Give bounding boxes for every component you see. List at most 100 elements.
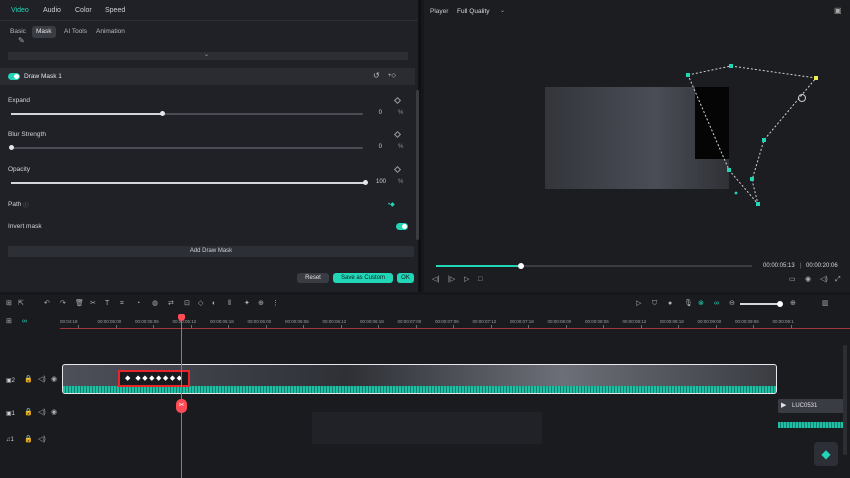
- step-back-icon[interactable]: |▷: [448, 276, 455, 284]
- info-icon[interactable]: ⓘ: [23, 201, 29, 209]
- prev-frame-icon[interactable]: ◁|: [432, 276, 439, 284]
- tab-speed[interactable]: Speed: [105, 7, 125, 14]
- opacity-slider-fill: [11, 182, 365, 184]
- split-scissors-icon[interactable]: ✂: [176, 399, 187, 413]
- expand-label: Expand: [8, 97, 31, 104]
- ruler-tick-label: 00:00:09:06: [735, 319, 759, 324]
- fullscreen-icon[interactable]: ⤢: [835, 276, 841, 284]
- lock-icon[interactable]: 🔒: [24, 436, 33, 444]
- property-panel: Video Audio Color Speed Basic Mask AI To…: [0, 0, 421, 292]
- split-icon[interactable]: ✂: [90, 300, 96, 308]
- clip-luc0531[interactable]: ▶ LUC0531: [778, 399, 844, 413]
- stop-icon[interactable]: □: [478, 276, 482, 284]
- mask-enable-toggle[interactable]: [8, 73, 20, 80]
- playhead-line[interactable]: [181, 315, 182, 478]
- volume-icon[interactable]: ◁): [38, 436, 46, 444]
- blur-keyframe-icon[interactable]: [393, 130, 402, 139]
- mask-shapes-collapse[interactable]: ⌄: [8, 52, 408, 60]
- save-as-custom-button[interactable]: Save as Custom: [333, 273, 393, 283]
- select-tool-icon[interactable]: ⇱: [18, 300, 24, 308]
- audio-icon[interactable]: ⫴: [228, 300, 231, 308]
- ruler-tick-label: 00:00:08:12: [622, 319, 647, 324]
- app-logo-icon: ◆: [814, 442, 838, 466]
- color-icon[interactable]: ◍: [152, 300, 158, 308]
- volume-icon[interactable]: ◁): [38, 376, 46, 384]
- panel-scrollbar[interactable]: [416, 90, 419, 240]
- eye-icon[interactable]: ◉: [51, 376, 57, 384]
- invert-mask-toggle[interactable]: [396, 223, 408, 230]
- expand-keyframe-icon[interactable]: [393, 96, 402, 105]
- audio-clip[interactable]: [778, 422, 844, 428]
- subtab-ai-tools[interactable]: AI Tools: [60, 26, 91, 38]
- snap-icon[interactable]: ⊗: [698, 300, 704, 308]
- volume-icon[interactable]: ◁): [820, 276, 828, 284]
- eye-icon[interactable]: ◉: [51, 409, 57, 417]
- effects-icon[interactable]: ✦: [244, 300, 250, 308]
- render-icon[interactable]: ▷: [636, 300, 641, 308]
- stabilize-icon[interactable]: ⊕: [258, 300, 264, 308]
- tab-video[interactable]: Video: [11, 7, 29, 14]
- reset-icon[interactable]: ↺: [373, 71, 380, 80]
- more-icon[interactable]: ⋮: [272, 300, 279, 308]
- lock-icon[interactable]: 🔒: [24, 376, 33, 384]
- volume-icon[interactable]: ◁): [38, 409, 46, 417]
- add-draw-mask-button[interactable]: Add Draw Mask: [8, 246, 414, 257]
- display-icon[interactable]: ▭: [789, 276, 796, 284]
- mask-icon[interactable]: ◐: [212, 300, 216, 308]
- expand-value[interactable]: 0: [362, 110, 382, 116]
- ruler-tick-label: 00:00:06:12: [322, 319, 347, 324]
- subtab-mask[interactable]: Mask: [32, 26, 56, 38]
- ruler-tick-label: 00:00:06:06: [285, 319, 309, 324]
- layout-icon[interactable]: ⊞: [6, 300, 12, 308]
- ok-button[interactable]: OK: [397, 273, 414, 283]
- mic-icon[interactable]: 🎙: [684, 300, 693, 308]
- video-clip-icon: ▶: [781, 402, 787, 409]
- zoom-out-icon[interactable]: ⊖: [729, 300, 735, 308]
- layout-toggle-icon[interactable]: ▥: [822, 300, 829, 308]
- expand-slider[interactable]: [11, 111, 363, 116]
- tab-audio[interactable]: Audio: [43, 7, 61, 14]
- text-icon[interactable]: T: [105, 300, 109, 308]
- tab-color[interactable]: Color: [75, 7, 92, 14]
- blur-slider-knob[interactable]: [8, 145, 14, 150]
- track-video-2-label: ▣2: [6, 378, 16, 384]
- blur-value[interactable]: 0: [362, 144, 382, 150]
- keyframe-icon[interactable]: ◇: [198, 300, 203, 308]
- expand-unit: %: [398, 110, 404, 116]
- subtab-animation[interactable]: Animation: [92, 26, 129, 38]
- redo-icon[interactable]: ↷: [60, 300, 66, 308]
- playback-progress[interactable]: [436, 263, 752, 269]
- reset-button[interactable]: Reset: [297, 273, 329, 283]
- playhead-handle[interactable]: [178, 314, 185, 321]
- lock-icon[interactable]: 🔒: [24, 409, 33, 417]
- opacity-keyframe-icon[interactable]: [393, 165, 402, 174]
- delete-icon[interactable]: 🗑: [75, 300, 84, 308]
- blur-slider[interactable]: [8, 145, 363, 150]
- chevron-down-icon: ⌄: [204, 52, 210, 58]
- zoom-slider[interactable]: [740, 301, 783, 307]
- camera-icon[interactable]: ◉: [805, 276, 811, 284]
- crop-icon[interactable]: ⌗: [120, 300, 124, 308]
- ruler-tick-label: 00:00:05:12: [172, 319, 197, 324]
- pen-tool-icon[interactable]: ✎: [18, 36, 25, 45]
- expand-slider-knob[interactable]: [159, 111, 165, 116]
- speed-icon[interactable]: ◔: [136, 300, 140, 308]
- path-keyframe-icon[interactable]: •◆: [388, 201, 395, 208]
- transform-icon[interactable]: ⊡: [184, 300, 190, 308]
- opacity-slider[interactable]: [11, 180, 368, 185]
- record-icon[interactable]: ●: [668, 300, 672, 308]
- timeline-scrollbar[interactable]: [843, 345, 847, 455]
- link-icon[interactable]: ∞: [714, 300, 719, 308]
- link-tracks-icon[interactable]: ∞: [22, 318, 27, 326]
- zoom-in-icon[interactable]: ⊕: [790, 300, 796, 308]
- opacity-value[interactable]: 100: [366, 179, 386, 185]
- add-track-icon[interactable]: ⊞: [6, 318, 12, 326]
- marker-icon[interactable]: ⛉: [652, 300, 657, 308]
- play-icon[interactable]: ▷: [464, 276, 469, 284]
- keyframe-markers-highlight[interactable]: ◆ ◆◆◆◆◆◆◆: [118, 370, 190, 387]
- mask-path-overlay[interactable]: [424, 0, 850, 292]
- reverse-icon[interactable]: ⇄: [168, 300, 174, 308]
- keyframe-add-icon[interactable]: +◇: [388, 72, 396, 79]
- ruler-tick-label: 00:00:07:12: [472, 319, 497, 324]
- undo-icon[interactable]: ↶: [44, 300, 50, 308]
